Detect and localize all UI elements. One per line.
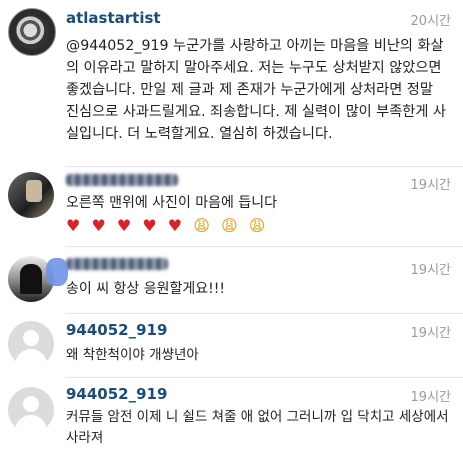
- comment-username[interactable]: atlastartist: [66, 9, 161, 27]
- blurred-username[interactable]: [66, 258, 168, 270]
- comment-text: 오른쪽 맨위에 사진이 마음에 듭니다: [66, 195, 277, 211]
- comment-text: 송이 씨 항상 응원할게요!!!: [66, 281, 225, 297]
- comment-text: 왜 착한척이야 개썅년아: [66, 347, 199, 363]
- avatar[interactable]: [8, 387, 54, 433]
- weary-face-icon: 😩: [248, 216, 269, 235]
- avatar[interactable]: [8, 172, 54, 218]
- comment-text: @944052_919 누군가를 사랑하고 아끼는 마음을 비난의 화살의 이유…: [66, 38, 446, 142]
- emoji-row: ♥ ♥ ♥ ♥ ♥ 😩 😩 😩: [66, 216, 268, 235]
- avatar[interactable]: [8, 8, 56, 56]
- comment-username[interactable]: 944052_919: [66, 385, 167, 403]
- heart-icon: ♥: [116, 216, 135, 235]
- blurred-username[interactable]: [66, 174, 178, 186]
- comment-username[interactable]: 944052_919: [66, 321, 167, 339]
- comment-item: 19시간 송이 씨 항상 응원할게요!!!: [0, 246, 463, 314]
- avatar[interactable]: [8, 321, 54, 367]
- weary-face-icon: 😩: [220, 216, 241, 235]
- redaction-mark: [46, 258, 68, 286]
- comment-timestamp: 19시간: [410, 326, 451, 341]
- comment-timestamp: 19시간: [410, 390, 451, 405]
- comment-timestamp: 20시간: [410, 14, 451, 29]
- comment-item: 944052_919 19시간 왜 착한척이야 개썅년아: [0, 313, 463, 377]
- comment-item: atlastartist 20시간 @944052_919 누군가를 사랑하고 …: [0, 0, 463, 165]
- heart-icon: ♥: [142, 216, 160, 235]
- weary-face-icon: 😩: [193, 216, 213, 235]
- comment-item: 19시간 오른쪽 맨위에 사진이 마음에 듭니다 ♥ ♥ ♥ ♥ ♥ 😩 😩 😩: [0, 166, 463, 248]
- comment-timestamp: 19시간: [410, 263, 451, 278]
- comment-item: 944052_919 19시간 커뮤들 암전 이제 니 쉴드 쳐줄 애 없어 그…: [0, 377, 463, 453]
- comment-text: 커뮤들 암전 이제 니 쉴드 쳐줄 애 없어 그러니까 입 닥치고 세상에서 사…: [66, 409, 449, 446]
- heart-icon: ♥: [167, 216, 186, 235]
- heart-icon: ♥: [91, 216, 109, 235]
- comment-timestamp: 19시간: [410, 178, 451, 193]
- heart-icon: ♥: [66, 216, 84, 235]
